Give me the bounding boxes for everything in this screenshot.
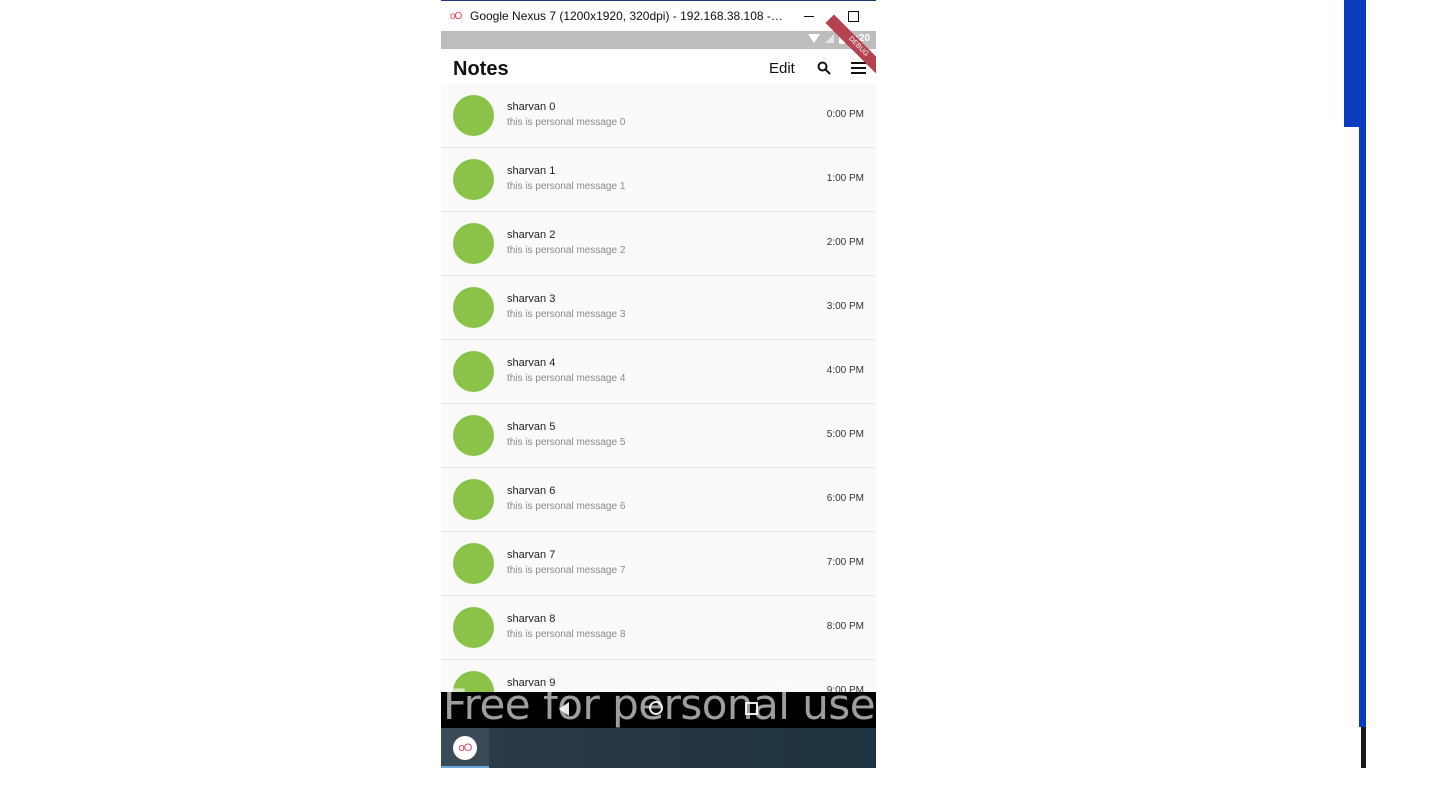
- note-time: 2:00 PM: [826, 237, 864, 248]
- list-item[interactable]: sharvan 7 this is personal message 7 7:00 …: [441, 532, 876, 596]
- note-message: this is personal message 1: [507, 181, 626, 192]
- desktop-blue-strip: [1359, 127, 1366, 727]
- note-name: sharvan 4: [507, 357, 556, 369]
- emulator-window: oO Google Nexus 7 (1200x1920, 320dpi) - …: [441, 0, 876, 768]
- note-message: this is personal message 6: [507, 501, 626, 512]
- note-name: sharvan 6: [507, 485, 556, 497]
- search-icon[interactable]: [817, 61, 831, 75]
- minimize-button[interactable]: [786, 1, 831, 31]
- page-title: Notes: [453, 58, 509, 80]
- note-message: this is personal message 3: [507, 309, 626, 320]
- notes-list: sharvan 0 this is personal message 0 0:00 …: [441, 84, 876, 724]
- maximize-icon: [848, 10, 859, 22]
- avatar: [453, 543, 494, 584]
- note-time: 3:00 PM: [826, 301, 864, 312]
- edit-button[interactable]: Edit: [769, 60, 795, 77]
- avatar: [453, 415, 494, 456]
- note-name: sharvan 0: [507, 101, 556, 113]
- list-item[interactable]: sharvan 1 this is personal message 1 1:00 …: [441, 148, 876, 212]
- avatar: [453, 607, 494, 648]
- desktop-dark-strip: [1361, 727, 1366, 768]
- note-time: 7:00 PM: [826, 557, 864, 568]
- note-time: 4:00 PM: [826, 365, 864, 376]
- minimize-icon: [803, 15, 814, 17]
- note-name: sharvan 1: [507, 165, 556, 177]
- taskbar: oO: [441, 728, 876, 768]
- avatar: [453, 159, 494, 200]
- desktop-blue-bar: [1344, 0, 1366, 127]
- avatar: [453, 95, 494, 136]
- list-item[interactable]: sharvan 8 this is personal message 8 8:00 …: [441, 596, 876, 660]
- note-time: 0:00 PM: [826, 109, 864, 120]
- android-status-bar: 4:20: [441, 31, 876, 49]
- list-item[interactable]: sharvan 5 this is personal message 5 5:00 …: [441, 404, 876, 468]
- note-message: this is personal message 8: [507, 629, 626, 640]
- list-item[interactable]: sharvan 2 this is personal message 2 2:00 …: [441, 212, 876, 276]
- note-name: sharvan 8: [507, 613, 556, 625]
- avatar: [453, 479, 494, 520]
- note-message: this is personal message 0: [507, 117, 626, 128]
- genymotion-logo: oO: [450, 10, 462, 22]
- note-name: sharvan 5: [507, 421, 556, 433]
- note-name: sharvan 7: [507, 549, 556, 561]
- note-time: 8:00 PM: [826, 621, 864, 632]
- note-time: 6:00 PM: [826, 493, 864, 504]
- taskbar-item-genymotion[interactable]: oO: [441, 728, 489, 768]
- window-title: Google Nexus 7 (1200x1920, 320dpi) - 192…: [470, 9, 786, 23]
- genymotion-icon: oO: [453, 736, 477, 760]
- wifi-icon: [807, 34, 820, 43]
- note-message: this is personal message 5: [507, 437, 626, 448]
- avatar: [453, 287, 494, 328]
- note-message: this is personal message 2: [507, 245, 626, 256]
- note-message: this is personal message 4: [507, 373, 626, 384]
- avatar: [453, 223, 494, 264]
- list-item[interactable]: sharvan 0 this is personal message 0 0:00 …: [441, 84, 876, 148]
- note-time: 1:00 PM: [826, 173, 864, 184]
- avatar: [453, 351, 494, 392]
- list-item[interactable]: sharvan 3 this is personal message 3 3:00 …: [441, 276, 876, 340]
- menu-icon[interactable]: [851, 62, 866, 74]
- note-time: 5:00 PM: [826, 429, 864, 440]
- watermark: Free for personal use: [443, 680, 876, 729]
- note-message: this is personal message 7: [507, 565, 626, 576]
- list-item[interactable]: sharvan 6 this is personal message 6 6:00 …: [441, 468, 876, 532]
- note-name: sharvan 2: [507, 229, 556, 241]
- signal-icon: [824, 34, 834, 43]
- list-item[interactable]: sharvan 4 this is personal message 4 4:00 …: [441, 340, 876, 404]
- note-name: sharvan 3: [507, 293, 556, 305]
- window-titlebar[interactable]: oO Google Nexus 7 (1200x1920, 320dpi) - …: [441, 0, 876, 31]
